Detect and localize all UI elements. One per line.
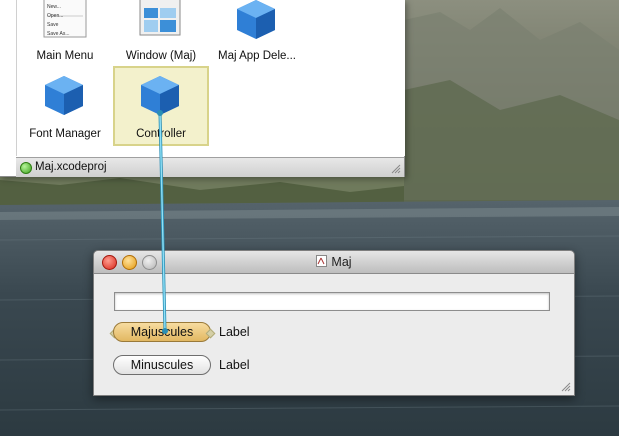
blue-cube-icon bbox=[139, 74, 181, 116]
app-window: Maj Majuscules Label Minuscules Label bbox=[93, 250, 575, 396]
nib-item-label: Font Manager bbox=[29, 128, 101, 140]
nib-item-label: Controller bbox=[136, 128, 186, 140]
nib-item-label: Window (Maj) bbox=[125, 50, 197, 62]
nib-objects-canvas: New... Open... Save Save As... Main Menu… bbox=[16, 0, 405, 156]
nib-item-window[interactable]: Window (Maj) bbox=[113, 0, 209, 62]
title-bar[interactable]: Maj bbox=[94, 251, 574, 274]
nib-item-main-menu[interactable]: New... Open... Save Save As... Main Menu bbox=[17, 0, 113, 62]
label-2: Label bbox=[219, 358, 250, 372]
text-input[interactable] bbox=[114, 292, 550, 311]
nib-item-label: Maj App Dele... bbox=[218, 50, 296, 62]
menu-preview: New... Open... Save Save As... bbox=[47, 4, 70, 37]
app-document-icon bbox=[316, 255, 328, 267]
minuscules-button[interactable]: Minuscules bbox=[113, 355, 211, 375]
nib-item-app-delegate[interactable]: Maj App Dele... bbox=[209, 0, 305, 62]
nib-item-controller[interactable]: Controller bbox=[113, 66, 209, 146]
project-name: Maj.xcodeproj bbox=[35, 161, 107, 173]
document-window: New... Open... Save Save As... Main Menu… bbox=[0, 0, 405, 177]
window-icon bbox=[139, 0, 181, 36]
window-title: Maj bbox=[94, 255, 574, 269]
blue-cube-icon bbox=[235, 0, 277, 40]
status-dot-icon bbox=[20, 162, 32, 174]
nib-item-font-manager[interactable]: Font Manager bbox=[17, 54, 113, 140]
resize-grip-icon[interactable] bbox=[391, 164, 401, 174]
label-1: Label bbox=[219, 325, 250, 339]
blue-cube-icon bbox=[43, 74, 85, 116]
resize-grip-icon[interactable] bbox=[561, 382, 571, 392]
majuscules-button[interactable]: Majuscules bbox=[113, 322, 211, 342]
status-bar: Maj.xcodeproj bbox=[16, 157, 404, 177]
